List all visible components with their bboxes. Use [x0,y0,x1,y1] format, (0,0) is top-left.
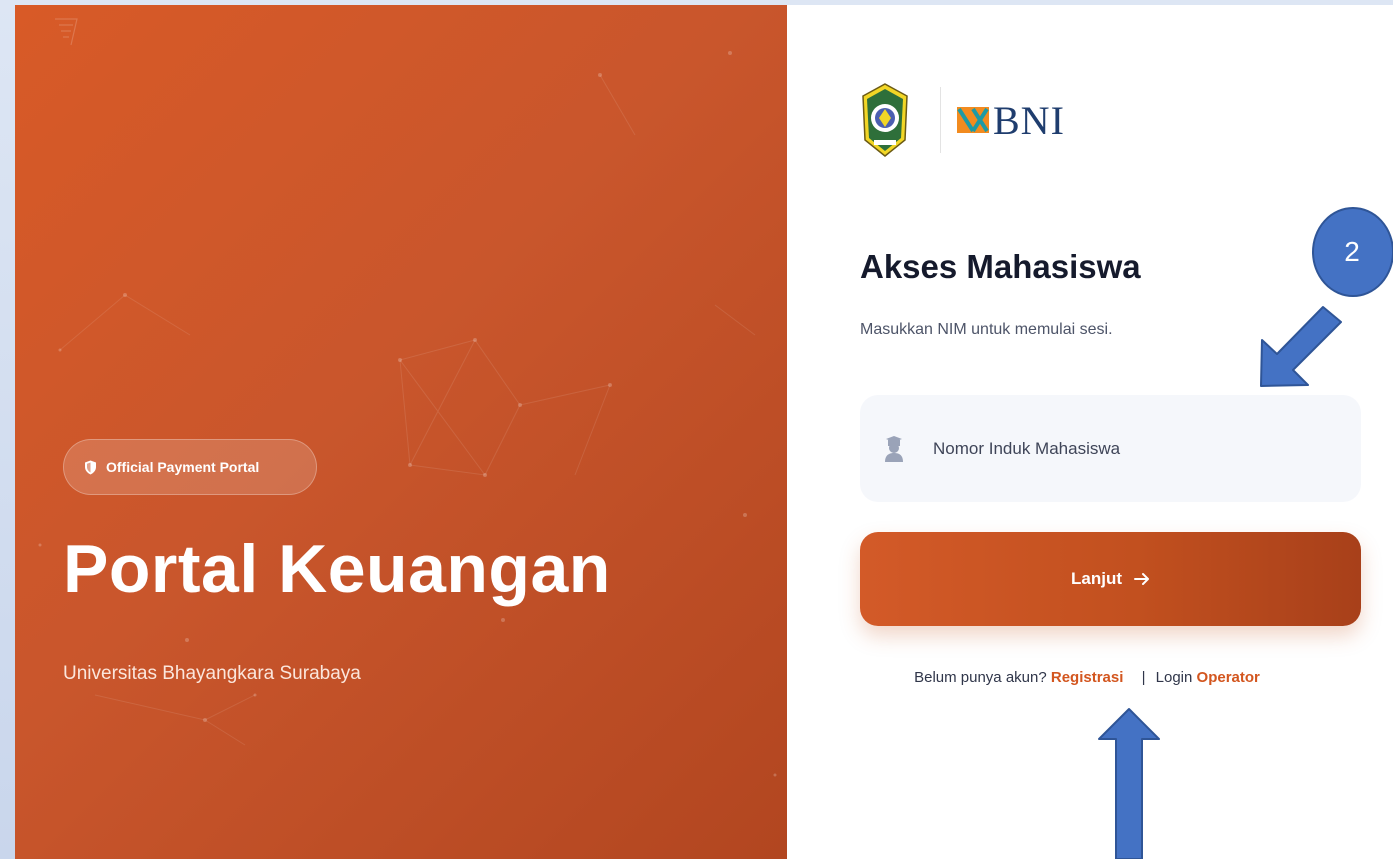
bni-mark-icon [957,107,989,133]
operator-login-link[interactable]: Operator [1197,669,1260,686]
no-account-text: Belum punya akun? [914,669,1047,686]
hero-subtitle: Universitas Bhayangkara Surabaya [63,663,361,684]
nim-field[interactable] [860,395,1361,502]
official-portal-badge: Official Payment Portal [63,439,317,495]
logo-row: BNI [860,82,1065,158]
login-title: Akses Mahasiswa [860,248,1141,285]
login-panel: BNI Akses Mahasiswa Masukkan NIM untuk m… [787,5,1393,859]
corner-decoration-icon [55,18,78,46]
arrow-right-icon [1134,573,1149,585]
continue-button[interactable]: Lanjut [860,532,1361,626]
nim-input[interactable] [933,438,1313,459]
university-seal-logo [862,83,908,157]
step-number-label: 2 [1344,236,1360,267]
badge-label: Official Payment Portal [106,459,260,475]
links-separator: | [1141,669,1146,686]
account-links: Belum punya akun? Registrasi | Login Ope… [787,669,1387,686]
shield-icon [85,460,96,474]
hero-panel: Official Payment Portal Portal Keuangan … [15,5,787,859]
login-subtitle: Masukkan NIM untuk memulai sesi. [860,321,1113,338]
hero-title: Portal Keuangan [63,531,611,607]
logo-divider [940,87,941,153]
bni-logo-text: BNI [993,97,1065,143]
student-icon [885,435,903,462]
network-background [38,18,777,777]
register-link[interactable]: Registrasi [1051,669,1124,686]
continue-label: Lanjut [1071,569,1122,588]
bni-logo: BNI [957,97,1065,144]
login-prefix: Login [1155,669,1193,686]
